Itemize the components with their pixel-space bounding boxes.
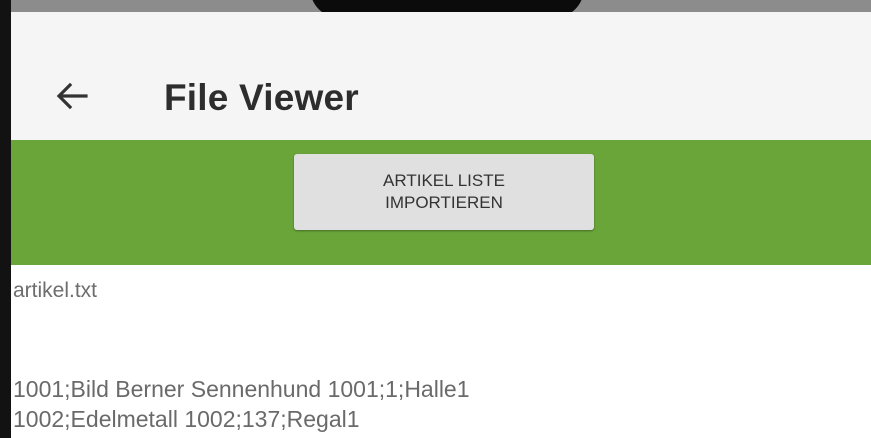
file-content-line: 1002;Edelmetall 1002;137;Regal1 <box>13 406 360 432</box>
screen: File Viewer ARTIKEL LISTE IMPORTIEREN ar… <box>0 0 871 438</box>
import-article-list-button[interactable]: ARTIKEL LISTE IMPORTIEREN <box>294 154 594 230</box>
file-content-line: 1001;Bild Berner Sennenhund 1001;1;Halle… <box>13 376 470 402</box>
action-band: ARTIKEL LISTE IMPORTIEREN <box>0 140 871 265</box>
file-content: 1001;Bild Berner Sennenhund 1001;1;Halle… <box>13 374 470 434</box>
arrow-left-icon[interactable] <box>50 74 94 118</box>
device-edge <box>0 0 11 438</box>
app-bar: File Viewer <box>0 12 871 140</box>
import-button-label-line2: IMPORTIEREN <box>385 193 503 212</box>
import-button-label-line1: ARTIKEL LISTE <box>383 171 505 190</box>
file-name: artikel.txt <box>13 279 98 302</box>
page-title: File Viewer <box>164 77 359 118</box>
